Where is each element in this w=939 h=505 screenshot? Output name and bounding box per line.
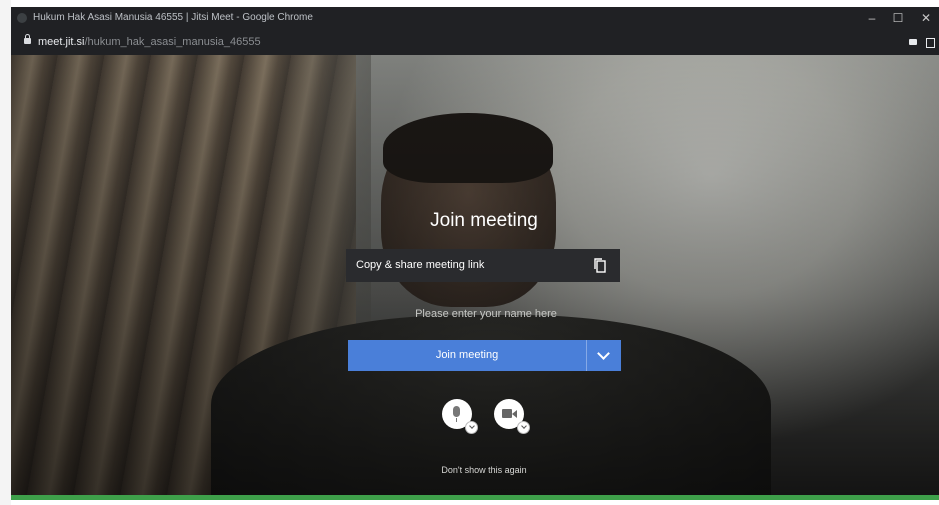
microphone-toggle-button[interactable] [442, 399, 478, 434]
prejoin-title: Join meeting [430, 210, 538, 231]
camera-icon [502, 409, 512, 418]
copy-share-link-button[interactable]: Copy & share meeting link [346, 249, 620, 282]
share-link-label: Copy & share meeting link [356, 259, 485, 271]
copy-icon[interactable] [594, 258, 606, 273]
join-options-dropdown[interactable] [586, 340, 621, 371]
browser-window: Hukum Hak Asasi Manusia 46555 | Jitsi Me… [11, 7, 939, 500]
camera-options-chevron-icon[interactable] [517, 421, 530, 434]
join-meeting-button[interactable]: Join meeting [348, 340, 586, 371]
chrome-icon [17, 13, 27, 23]
extension-icon[interactable] [926, 38, 935, 48]
microphone-icon [453, 406, 460, 417]
url-path: /hukum_hak_asasi_manusia_46555 [84, 36, 261, 48]
lock-icon[interactable] [24, 34, 31, 44]
dont-show-again-checkbox-label[interactable]: Don't show this again [11, 465, 939, 475]
minimize-button[interactable]: – [859, 7, 885, 29]
url-host: meet.jit.si [38, 36, 85, 48]
display-name-input[interactable] [348, 301, 624, 327]
window-title: Hukum Hak Asasi Manusia 46555 | Jitsi Me… [33, 12, 313, 23]
mic-options-chevron-icon[interactable] [465, 421, 478, 434]
status-strip [11, 495, 939, 500]
camera-preview: Join meeting Copy & share meeting link J… [11, 55, 939, 495]
left-gutter [0, 0, 11, 505]
maximize-button[interactable]: ☐ [885, 7, 911, 29]
chevron-down-icon [597, 347, 610, 360]
url-text[interactable]: meet.jit.si/hukum_hak_asasi_manusia_4655… [38, 29, 261, 55]
title-bar: Hukum Hak Asasi Manusia 46555 | Jitsi Me… [11, 7, 939, 29]
camera-in-use-icon[interactable] [909, 39, 917, 45]
close-button[interactable]: ✕ [913, 7, 939, 29]
address-bar[interactable]: meet.jit.si/hukum_hak_asasi_manusia_4655… [11, 29, 939, 55]
camera-toggle-button[interactable] [494, 399, 530, 434]
